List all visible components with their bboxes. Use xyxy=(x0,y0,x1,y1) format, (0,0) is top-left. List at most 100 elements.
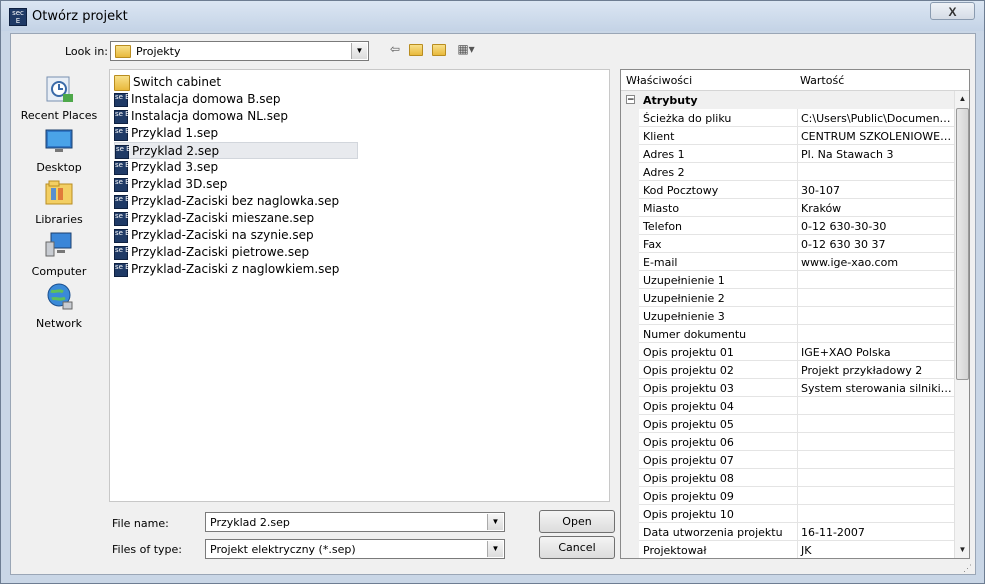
property-value[interactable]: System sterowania silnikiem xyxy=(797,379,952,396)
place-network[interactable]: Network xyxy=(14,282,104,330)
property-value[interactable]: Projekt przykładowy 2 xyxy=(797,361,952,378)
place-desktop[interactable]: Desktop xyxy=(14,126,104,174)
property-row[interactable]: Uzupełnienie 3 xyxy=(621,307,954,325)
property-row[interactable]: Projektował JK xyxy=(621,541,954,558)
property-row[interactable]: Fax 0-12 630 30 37 xyxy=(621,235,954,253)
property-row[interactable]: Telefon 0-12 630-30-30 xyxy=(621,217,954,235)
sep-file-icon: se E xyxy=(114,262,130,277)
chevron-down-icon[interactable]: ▼ xyxy=(487,541,503,557)
list-item[interactable]: se EPrzyklad-Zaciski pietrowe.sep xyxy=(114,244,358,261)
property-value[interactable]: 16-11-2007 xyxy=(797,523,952,540)
chevron-down-icon[interactable]: ▼ xyxy=(351,43,367,59)
property-value[interactable]: 0-12 630 30 37 xyxy=(797,235,952,252)
property-value[interactable] xyxy=(797,487,952,504)
list-item[interactable]: se EPrzyklad 3D.sep xyxy=(114,176,358,193)
file-name-input[interactable]: Przyklad 2.sep ▼ xyxy=(205,512,505,532)
property-value[interactable] xyxy=(797,289,952,306)
chevron-down-icon[interactable]: ▼ xyxy=(487,514,503,530)
close-button[interactable]: X xyxy=(930,2,975,20)
property-value[interactable] xyxy=(797,505,952,522)
list-item[interactable]: se EInstalacja domowa B.sep xyxy=(114,91,358,108)
scroll-up-icon[interactable]: ▲ xyxy=(955,91,969,107)
property-value[interactable]: C:\Users\Public\Documents\I... xyxy=(797,109,952,126)
property-value[interactable] xyxy=(797,325,952,342)
list-item[interactable]: se EPrzyklad-Zaciski bez naglowka.sep xyxy=(114,193,358,210)
open-button[interactable]: Open xyxy=(539,510,615,533)
property-name: Klient xyxy=(643,130,675,143)
property-value[interactable] xyxy=(797,451,952,468)
list-item[interactable]: se EInstalacja domowa NL.sep xyxy=(114,108,358,125)
property-row[interactable]: Opis projektu 03 System sterowania silnik… xyxy=(621,379,954,397)
property-value[interactable] xyxy=(797,271,952,288)
property-value[interactable]: JK xyxy=(797,541,952,558)
property-value[interactable]: 0-12 630-30-30 xyxy=(797,217,952,234)
property-value[interactable]: Kraków xyxy=(797,199,952,216)
sep-file-icon: se E xyxy=(114,245,130,260)
resize-grip-icon[interactable]: ⋰ xyxy=(963,563,973,573)
properties-grid[interactable]: Właściwości Wartość − Atrybuty Ścieżka d… xyxy=(620,69,970,559)
place-label: Libraries xyxy=(35,213,83,226)
view-menu-icon[interactable]: ▦▾ xyxy=(455,41,477,57)
property-row[interactable]: Adres 1 Pl. Na Stawach 3 xyxy=(621,145,954,163)
property-row[interactable]: Adres 2 xyxy=(621,163,954,181)
up-folder-icon[interactable] xyxy=(408,41,424,57)
list-item-folder[interactable]: Switch cabinet xyxy=(114,74,358,91)
property-row[interactable]: Opis projektu 08 xyxy=(621,469,954,487)
property-value[interactable]: IGE+XAO Polska xyxy=(797,343,952,360)
back-icon[interactable]: ⇦ xyxy=(387,41,403,57)
property-row[interactable]: Data utworzenia projektu 16-11-2007 xyxy=(621,523,954,541)
cancel-button[interactable]: Cancel xyxy=(539,536,615,559)
property-row[interactable]: Numer dokumentu xyxy=(621,325,954,343)
title-bar[interactable]: sec E Otwórz projekt X xyxy=(1,1,984,31)
property-row[interactable]: Opis projektu 06 xyxy=(621,433,954,451)
property-row[interactable]: Miasto Kraków xyxy=(621,199,954,217)
scroll-down-icon[interactable]: ▼ xyxy=(955,542,969,558)
property-value[interactable]: CENTRUM SZKOLENIOWE IG... xyxy=(797,127,952,144)
property-value[interactable] xyxy=(797,433,952,450)
file-type-select[interactable]: Projekt elektryczny (*.sep) ▼ xyxy=(205,539,505,559)
property-value[interactable]: 30-107 xyxy=(797,181,952,198)
property-row[interactable]: Opis projektu 07 xyxy=(621,451,954,469)
place-computer[interactable]: Computer xyxy=(14,230,104,278)
property-row[interactable]: Opis projektu 04 xyxy=(621,397,954,415)
property-row[interactable]: Opis projektu 09 xyxy=(621,487,954,505)
property-row[interactable]: Uzupełnienie 1 xyxy=(621,271,954,289)
property-row[interactable]: Opis projektu 01 IGE+XAO Polska xyxy=(621,343,954,361)
list-item[interactable]: se EPrzyklad-Zaciski na szynie.sep xyxy=(114,227,358,244)
property-value[interactable] xyxy=(797,415,952,432)
property-row[interactable]: E-mail www.ige-xao.com xyxy=(621,253,954,271)
look-in-combo[interactable]: Projekty ▼ xyxy=(110,41,369,61)
collapse-icon[interactable]: − xyxy=(626,95,635,105)
property-value[interactable] xyxy=(797,469,952,486)
list-item[interactable]: se EPrzyklad-Zaciski mieszane.sep xyxy=(114,210,358,227)
file-type-label: Files of type: xyxy=(112,543,183,556)
property-row[interactable]: Ścieżka do pliku C:\Users\Public\Document… xyxy=(621,109,954,127)
property-row[interactable]: Uzupełnienie 2 xyxy=(621,289,954,307)
list-item[interactable]: se EPrzyklad 1.sep xyxy=(114,125,358,142)
sep-file-icon: se E xyxy=(114,109,130,124)
property-row[interactable]: Opis projektu 02 Projekt przykładowy 2 xyxy=(621,361,954,379)
properties-scrollbar[interactable]: ▲ ▼ xyxy=(954,91,969,558)
row-gutter xyxy=(621,109,639,127)
new-folder-icon[interactable] xyxy=(431,41,447,57)
property-value[interactable]: www.ige-xao.com xyxy=(797,253,952,270)
scroll-thumb[interactable] xyxy=(956,108,969,380)
property-value[interactable]: Pl. Na Stawach 3 xyxy=(797,145,952,162)
property-row[interactable]: Opis projektu 10 xyxy=(621,505,954,523)
section-attributes[interactable]: − Atrybuty xyxy=(621,91,954,109)
property-row[interactable]: Opis projektu 05 xyxy=(621,415,954,433)
list-item-selected[interactable]: se EPrzyklad 2.sep xyxy=(114,142,358,159)
row-gutter xyxy=(621,505,639,523)
property-name: Uzupełnienie 1 xyxy=(643,274,725,287)
place-recent-places[interactable]: Recent Places xyxy=(14,74,104,122)
file-list[interactable]: Switch cabinet se EInstalacja domowa B.s… xyxy=(109,69,610,502)
property-row[interactable]: Kod Pocztowy 30-107 xyxy=(621,181,954,199)
list-item[interactable]: se EPrzyklad-Zaciski z naglowkiem.sep xyxy=(114,261,358,278)
property-value[interactable] xyxy=(797,397,952,414)
property-value[interactable] xyxy=(797,307,952,324)
network-icon xyxy=(47,283,73,310)
list-item[interactable]: se EPrzyklad 3.sep xyxy=(114,159,358,176)
property-row[interactable]: Klient CENTRUM SZKOLENIOWE IG... xyxy=(621,127,954,145)
property-value[interactable] xyxy=(797,163,952,180)
place-libraries[interactable]: Libraries xyxy=(14,178,104,226)
